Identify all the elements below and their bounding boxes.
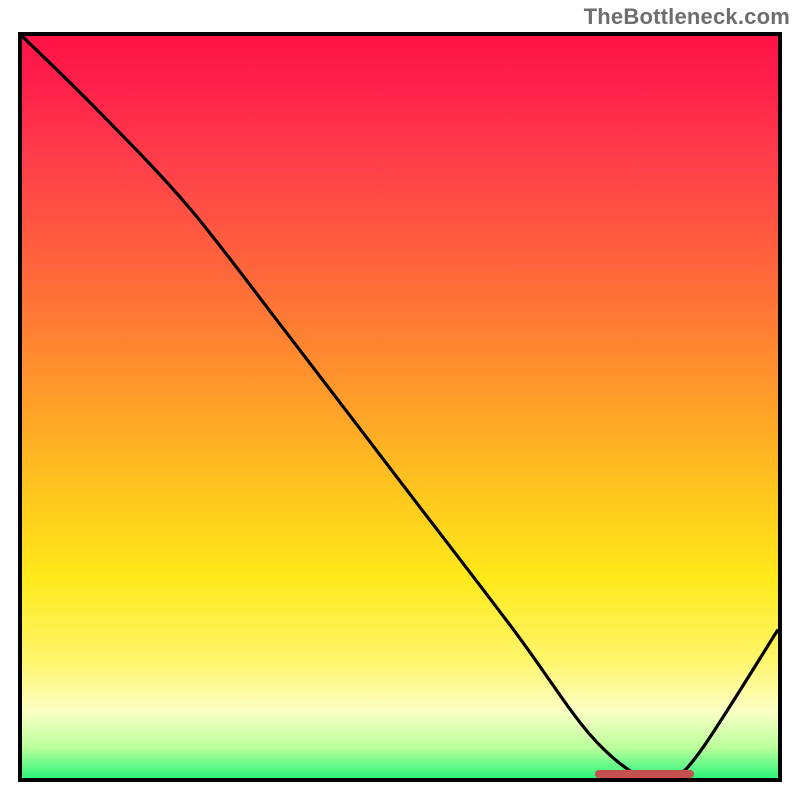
bottleneck-curve — [22, 36, 778, 778]
plot-area — [18, 32, 782, 782]
optimal-range-bar — [595, 770, 694, 778]
chart-frame: TheBottleneck.com — [0, 0, 800, 800]
watermark-text: TheBottleneck.com — [584, 4, 790, 30]
